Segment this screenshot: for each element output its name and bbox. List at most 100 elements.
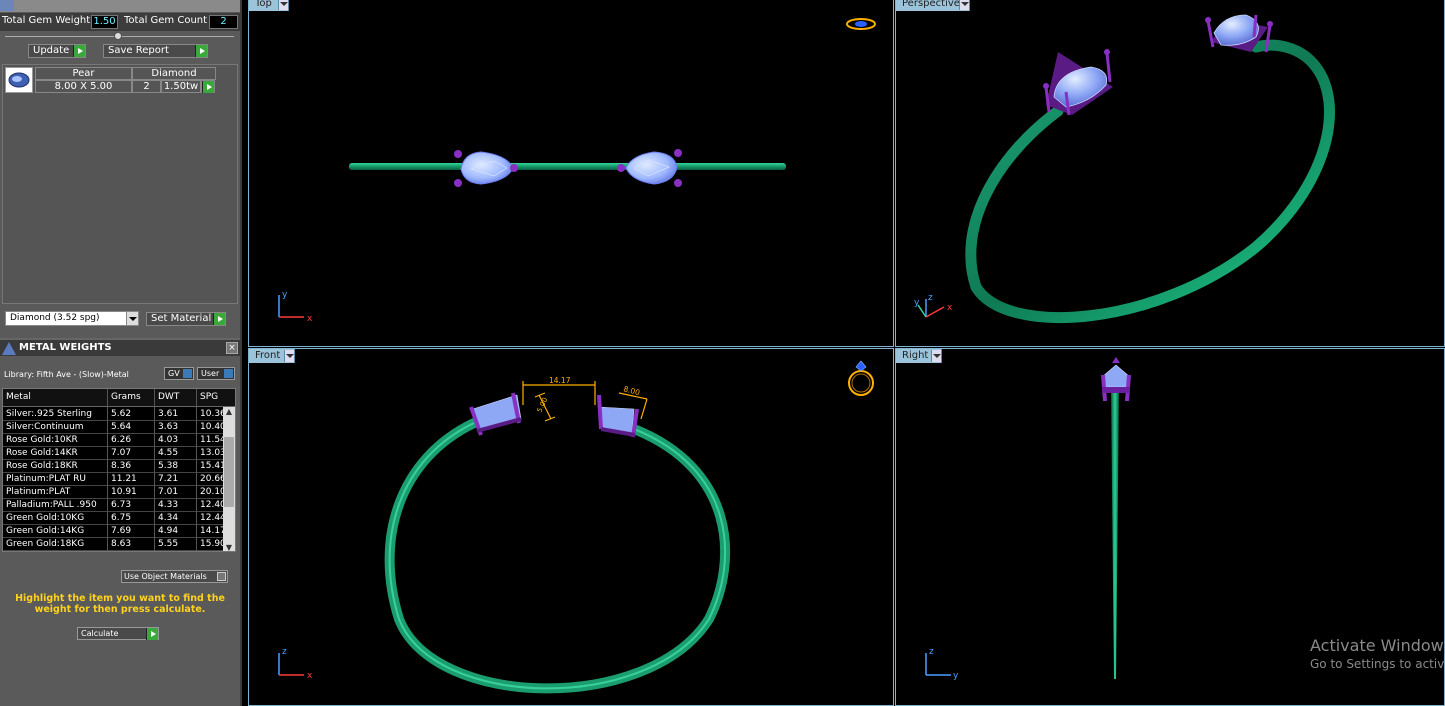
metal-name-cell: Palladium:PALL .950 [6, 500, 97, 510]
dwt-cell: 5.38 [158, 461, 179, 471]
grams-cell: 6.75 [111, 513, 132, 523]
gem-count-cell[interactable]: 2 [132, 80, 161, 93]
metal-name-cell: Green Gold:10KG [6, 513, 85, 523]
viewport-perspective-label[interactable]: Perspective [896, 0, 970, 11]
metal-name-cell: Silver:.925 Sterling [6, 409, 92, 419]
dwt-cell: 4.34 [158, 513, 179, 523]
axis-triad-perspective: z x y [914, 293, 953, 318]
checkbox-icon [217, 572, 226, 581]
use-object-materials-label: Use Object Materials [124, 572, 207, 581]
metal-weights-table: Metal Grams DWT SPG Silver:.925 Sterling… [2, 388, 236, 552]
gem-row-go-button[interactable] [201, 80, 215, 93]
spg-cell: 15.90 [200, 539, 226, 549]
spg-cell: 20.66 [200, 474, 226, 484]
column-divider [196, 389, 197, 551]
scrollbar-thumb[interactable] [224, 437, 234, 507]
library-label: Library: Fifth Ave - (Slow)-Metal [4, 370, 129, 379]
dwt-cell: 7.01 [158, 487, 179, 497]
metal-name-cell: Green Gold:18KG [6, 539, 85, 549]
play-icon [195, 45, 207, 57]
metal-name-cell: Platinum:PLAT RU [6, 474, 86, 484]
table-row[interactable]: Platinum:PLAT 10.91 7.01 20.10 [3, 486, 226, 499]
table-row[interactable]: Green Gold:18KG 8.63 5.55 15.90 [3, 538, 226, 551]
viewport-top[interactable]: y x Top [248, 0, 894, 347]
metal-name-cell: Platinum:PLAT [6, 487, 71, 497]
axis-y-label: y [282, 290, 288, 300]
calculate-label: Calculate [81, 629, 119, 638]
table-row[interactable]: Rose Gold:14KR 7.07 4.55 13.03 [3, 447, 226, 460]
calculate-button[interactable]: Calculate [77, 627, 159, 640]
metal-name-cell: Rose Gold:14KR [6, 448, 78, 458]
table-row[interactable]: Platinum:PLAT RU 11.21 7.21 20.66 [3, 473, 226, 486]
ring-preview-icon-front[interactable] [848, 360, 874, 396]
total-gem-weight-label: Total Gem Weight [2, 15, 91, 26]
axis-z-label: z [928, 293, 933, 303]
save-report-label: Save Report [108, 45, 169, 56]
viewport-right-label[interactable]: Right [896, 349, 942, 363]
gem-weight-cell[interactable]: 1.50tw [161, 80, 201, 93]
scroll-up-icon[interactable]: ▲ [223, 407, 235, 417]
pear-gem-thumbnail[interactable] [5, 67, 33, 93]
table-row[interactable]: Silver:Continuum 5.64 3.63 10.40 [3, 421, 226, 434]
use-object-materials-checkbox[interactable]: Use Object Materials [121, 570, 228, 583]
gem-right-front [597, 394, 639, 438]
axis-y-label: y [914, 298, 920, 308]
grams-cell: 7.69 [111, 526, 132, 536]
axis-z-label: z [282, 647, 287, 657]
axis-z-label: z [929, 647, 934, 657]
table-row[interactable]: Green Gold:10KG 6.75 4.34 12.44 [3, 512, 226, 525]
axis-y-label: y [953, 671, 959, 681]
update-label: Update [33, 45, 70, 56]
activate-windows-watermark: Activate Windows Go to Settings to activ… [1310, 636, 1445, 671]
scroll-down-icon[interactable]: ▼ [223, 543, 235, 551]
table-row[interactable]: Rose Gold:10KR 6.26 4.03 11.54 [3, 434, 226, 447]
metal-name-cell: Rose Gold:10KR [6, 435, 78, 445]
viewport-right-name: Right [902, 350, 929, 361]
spg-cell: 10.36 [200, 409, 226, 419]
table-row[interactable]: Green Gold:14KG 7.69 4.94 14.17 [3, 525, 226, 538]
gem-panel-slider-knob[interactable] [114, 32, 122, 40]
metal-table-scrollbar[interactable]: ▲ ▼ [223, 407, 235, 551]
grams-cell: 6.26 [111, 435, 132, 445]
dwt-cell: 4.33 [158, 500, 179, 510]
spg-cell: 15.41 [200, 461, 226, 471]
material-select[interactable]: Diamond (3.52 spg) [5, 311, 139, 326]
viewport-perspective-name: Perspective [902, 0, 960, 9]
total-gem-weight-value: 1.50 [91, 15, 118, 29]
chevron-down-icon [284, 350, 294, 362]
play-icon [146, 628, 158, 640]
spg-cell: 13.03 [200, 448, 226, 458]
gv-toggle[interactable]: GV [164, 367, 194, 380]
user-toggle[interactable]: User [197, 367, 235, 380]
save-report-button[interactable]: Save Report [103, 44, 208, 58]
gem-totals-row: Total Gem Weight 1.50 Total Gem Count 2 [0, 13, 240, 31]
viewport-top-label[interactable]: Top [249, 0, 289, 11]
set-material-button[interactable]: Set Material [146, 312, 226, 326]
spg-cell: 12.40 [200, 500, 226, 510]
metal-weights-icon [2, 342, 16, 355]
gem-size-cell[interactable]: 8.00 X 5.00 [35, 80, 132, 93]
axis-triad-top: y x [278, 290, 313, 324]
viewport-front[interactable]: 14.17 5.00 8.00 z x Front [248, 348, 894, 706]
table-row[interactable]: Palladium:PALL .950 6.73 4.33 12.40 [3, 499, 226, 512]
axis-x-label: x [947, 303, 953, 313]
table-row[interactable]: Rose Gold:18KR 8.36 5.38 15.41 [3, 460, 226, 473]
viewport-top-name: Top [255, 0, 272, 9]
close-icon[interactable]: × [226, 342, 238, 354]
ring-preview-icon-top[interactable] [846, 18, 876, 30]
axis-triad-front: z x [278, 647, 313, 681]
viewport-perspective[interactable]: z x y Perspective [895, 0, 1445, 347]
table-row[interactable]: Silver:.925 Sterling 5.62 3.61 10.36 [3, 408, 226, 421]
left-panel: Total Gem Weight 1.50 Total Gem Count 2 … [0, 0, 242, 706]
update-button[interactable]: Update [28, 44, 86, 58]
play-icon [73, 45, 85, 57]
grams-cell: 5.64 [111, 422, 132, 432]
viewport-front-label[interactable]: Front [249, 349, 295, 363]
gem-material-header: Diamond [132, 67, 216, 80]
watermark-subtitle: Go to Settings to activate [1310, 657, 1445, 671]
col-grams: Grams [111, 392, 141, 402]
chevron-down-icon [278, 0, 288, 10]
axis-triad-right: z y [925, 647, 959, 681]
chevron-down-icon [931, 350, 941, 362]
column-divider [107, 389, 108, 551]
